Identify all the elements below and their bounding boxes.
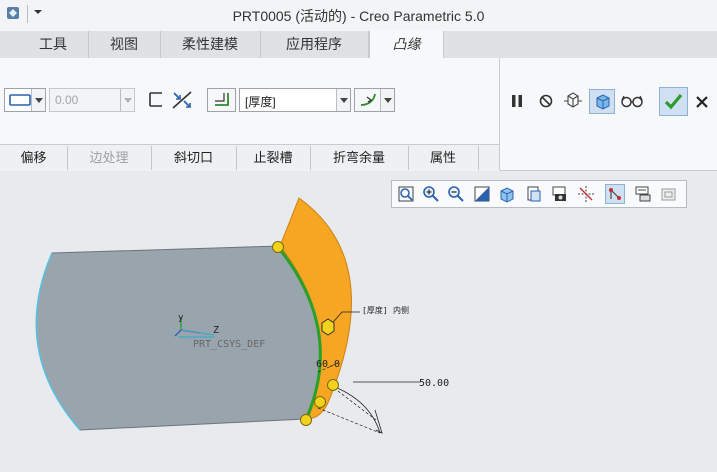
thickness-value: [厚度] [245, 95, 276, 109]
no-preview-icon[interactable] [537, 92, 555, 110]
ribbon-tabs: 工具 视图 柔性建模 应用程序 凸缘 [0, 31, 717, 59]
flip-thickness-icon [360, 93, 376, 106]
chevron-down-icon[interactable] [336, 89, 350, 111]
angle-dimension-arc [329, 384, 381, 434]
chevron-down-icon[interactable] [31, 89, 45, 111]
tab-flexible-modeling[interactable]: 柔性建模 [160, 31, 261, 58]
tab-flange[interactable]: 凸缘 [369, 31, 444, 59]
chevron-down-icon[interactable] [380, 89, 394, 111]
thickness-icon-button[interactable] [207, 88, 236, 112]
thickness-icon [215, 93, 229, 106]
title-bar: PRT0005 (活动的) - Creo Parametric 5.0 [0, 0, 717, 32]
pause-icon[interactable] [508, 92, 526, 110]
ok-button[interactable] [659, 87, 688, 116]
side-annotation[interactable]: 内侧 [393, 305, 409, 315]
cancel-x-icon[interactable] [694, 94, 710, 110]
drag-handle[interactable] [314, 396, 326, 408]
tab-tools[interactable]: 工具 [18, 31, 89, 58]
drag-handle[interactable] [300, 414, 312, 426]
thickness-annotation[interactable]: [厚度] [362, 305, 388, 315]
subtab-relief[interactable]: 止裂槽 [236, 146, 311, 170]
subtab-edge-treatment[interactable]: 边处理 [67, 146, 152, 170]
chevron-down-icon[interactable] [120, 89, 134, 111]
drag-handle[interactable] [327, 379, 339, 391]
thickness-field[interactable]: [厚度] [239, 88, 351, 112]
angle-dimension[interactable]: 60.0 [316, 359, 340, 370]
subtab-miter-cuts[interactable]: 斜切口 [151, 146, 237, 170]
sub-panel-filler [500, 144, 717, 171]
tab-applications[interactable]: 应用程序 [260, 31, 369, 58]
glasses-icon[interactable] [620, 91, 644, 111]
csys-axis-y: y [178, 313, 184, 323]
thickness-flip-button[interactable] [354, 88, 395, 112]
sheetmetal-wall[interactable] [35, 245, 321, 431]
drag-handle[interactable] [272, 241, 284, 253]
length-value: 0.00 [55, 93, 79, 107]
model-canvas[interactable]: Z y PRT_CSYS_DEF [厚度] 内侧 60.0 50.00 [0, 171, 717, 472]
length-dimension[interactable]: 50.00 [419, 378, 449, 389]
csys-axis-z: Z [213, 325, 219, 336]
ok-check-icon [664, 93, 683, 110]
csys-label: PRT_CSYS_DEF [193, 339, 265, 350]
window-title: PRT0005 (活动的) - Creo Parametric 5.0 [232, 8, 485, 24]
flange-shape-selector[interactable] [4, 88, 46, 112]
flange-position-icon[interactable] [146, 89, 168, 111]
length-input[interactable]: 0.00 [49, 88, 135, 112]
preview-button[interactable] [589, 89, 615, 114]
flip-side-handle[interactable] [321, 318, 335, 336]
flip-direction-icon[interactable] [170, 89, 194, 111]
subtab-bend-allowance[interactable]: 折弯余量 [310, 146, 409, 170]
flange-shape-icon [9, 94, 31, 106]
verify-icon[interactable] [562, 90, 584, 112]
sub-panel-bar: 偏移 边处理 斜切口 止裂槽 折弯余量 属性 [0, 144, 499, 172]
tab-view[interactable]: 视图 [88, 31, 161, 58]
preview-icon [596, 94, 610, 110]
subtab-offset[interactable]: 偏移 [0, 146, 68, 170]
subtab-properties[interactable]: 属性 [408, 146, 479, 170]
